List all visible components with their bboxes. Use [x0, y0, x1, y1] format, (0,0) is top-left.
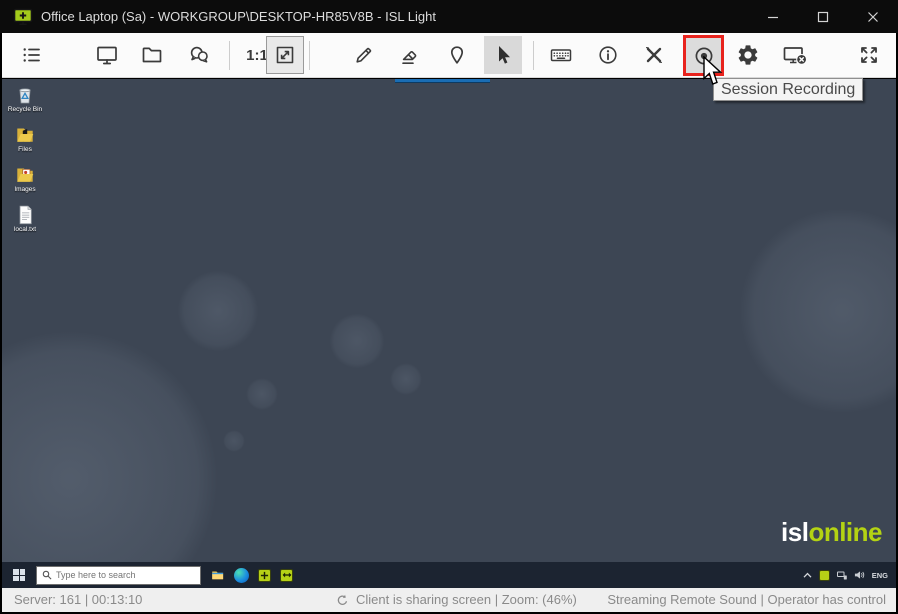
- desktop-icon-files[interactable]: Files: [4, 123, 46, 153]
- end-session-monitor-icon: [782, 43, 808, 67]
- search-icon: [42, 570, 52, 580]
- eraser-button[interactable]: [391, 36, 429, 74]
- isl-app-icon: [13, 7, 33, 27]
- toolbar-separator: [229, 41, 230, 70]
- monitor-button[interactable]: [88, 36, 126, 74]
- settings-button[interactable]: [729, 36, 767, 74]
- desktop-icon-label: Recycle Bin: [8, 106, 42, 113]
- isl-light-taskbar-icon[interactable]: [258, 569, 271, 582]
- isl-light-window: Office Laptop (Sa) - WORKGROUP\DESKTOP-H…: [0, 0, 898, 614]
- speaker-icon[interactable]: [854, 570, 865, 580]
- cursor-mode-button[interactable]: [484, 36, 522, 74]
- mouse-cursor-icon: [703, 56, 725, 86]
- maximize-icon: [817, 11, 829, 23]
- sound-control-status: Streaming Remote Sound | Operator has co…: [607, 588, 886, 612]
- chevron-up-icon[interactable]: [803, 572, 812, 579]
- window-title: Office Laptop (Sa) - WORKGROUP\DESKTOP-H…: [41, 9, 436, 24]
- titlebar: Office Laptop (Sa) - WORKGROUP\DESKTOP-H…: [0, 0, 898, 33]
- monitor-icon: [95, 43, 119, 67]
- plus-arrow-icon: [260, 571, 269, 580]
- taskbar-pinned-icons: [210, 568, 293, 583]
- folder-icon: [140, 43, 164, 67]
- system-tray: ENG: [803, 570, 896, 581]
- menu-list-icon: [20, 43, 44, 67]
- images-folder-icon: [14, 163, 36, 185]
- remote-desktop-view[interactable]: Recycle Bin Files Images: [2, 79, 896, 562]
- file-explorer-icon[interactable]: [210, 568, 225, 582]
- info-button[interactable]: [589, 36, 627, 74]
- statusbar: Server: 161 | 00:13:10 Client is sharing…: [2, 588, 896, 612]
- session-recording-tooltip: Session Recording: [713, 78, 863, 101]
- window-controls: [748, 0, 898, 33]
- maximize-button[interactable]: [798, 0, 848, 33]
- language-indicator[interactable]: ENG: [872, 571, 888, 580]
- pointer-button[interactable]: [438, 36, 476, 74]
- desktop-icon-recycle-bin[interactable]: Recycle Bin: [4, 83, 46, 113]
- taskbar-search[interactable]: [36, 566, 201, 585]
- fullscreen-icon: [857, 43, 881, 67]
- menu-button[interactable]: [13, 36, 51, 74]
- files-folder-icon: [14, 123, 36, 145]
- info-icon: [596, 43, 620, 67]
- remote-taskbar: ENG: [2, 562, 896, 588]
- desktop-icon-images[interactable]: Images: [4, 163, 46, 193]
- pencil-icon: [352, 43, 376, 67]
- eraser-icon: [398, 43, 422, 67]
- remote-session-strip: [395, 79, 490, 83]
- desktop-icon-label: Files: [18, 146, 32, 153]
- desktop-icon-label: local.txt: [14, 226, 36, 233]
- pointer-pin-icon: [445, 43, 469, 67]
- left-right-arrow-icon: [282, 571, 292, 579]
- toolbar: 1:1: [2, 33, 896, 78]
- network-icon[interactable]: [837, 571, 847, 580]
- scale-1-1-label: 1:1: [246, 47, 268, 64]
- islonline-logo: islonline: [781, 517, 882, 548]
- fit-screen-icon: [273, 43, 297, 67]
- edge-icon[interactable]: [234, 568, 249, 583]
- settings-gear-icon: [736, 43, 760, 67]
- draw-button[interactable]: [345, 36, 383, 74]
- desktop-icon-label: Images: [14, 186, 35, 193]
- logo-online: online: [808, 517, 882, 547]
- chat-button[interactable]: [180, 36, 218, 74]
- toolbar-separator: [309, 41, 310, 70]
- logo-isl: isl: [781, 517, 808, 547]
- refresh-icon: [335, 593, 350, 608]
- minimize-icon: [767, 11, 779, 23]
- desktop-icon-local-txt[interactable]: local.txt: [4, 203, 46, 233]
- sharing-status: Client is sharing screen | Zoom: (46%): [335, 588, 577, 612]
- end-session-button[interactable]: [776, 36, 814, 74]
- minimize-button[interactable]: [748, 0, 798, 33]
- text-file-icon: [14, 203, 36, 225]
- admin-tools-icon: [642, 43, 666, 67]
- keyboard-icon: [549, 43, 573, 67]
- admin-tools-button[interactable]: [635, 36, 673, 74]
- cursor-arrow-icon: [491, 43, 515, 67]
- recycle-bin-icon: [14, 83, 36, 105]
- windows-logo-icon: [13, 569, 25, 581]
- close-icon: [867, 11, 879, 23]
- toolbar-separator: [533, 41, 534, 70]
- close-button[interactable]: [848, 0, 898, 33]
- fullscreen-button[interactable]: [850, 36, 888, 74]
- server-session-info: Server: 161 | 00:13:10: [14, 588, 142, 612]
- search-input[interactable]: [56, 570, 186, 580]
- fit-screen-button[interactable]: [266, 36, 304, 74]
- isl-tray-icon[interactable]: [819, 570, 830, 581]
- start-button[interactable]: [2, 562, 36, 588]
- file-transfer-button[interactable]: [133, 36, 171, 74]
- desktop-icons: Recycle Bin Files Images: [4, 83, 46, 233]
- sharing-status-text: Client is sharing screen | Zoom: (46%): [356, 588, 577, 612]
- keyboard-button[interactable]: [542, 36, 580, 74]
- chat-icon: [187, 43, 211, 67]
- isl-connect-taskbar-icon[interactable]: [280, 569, 293, 582]
